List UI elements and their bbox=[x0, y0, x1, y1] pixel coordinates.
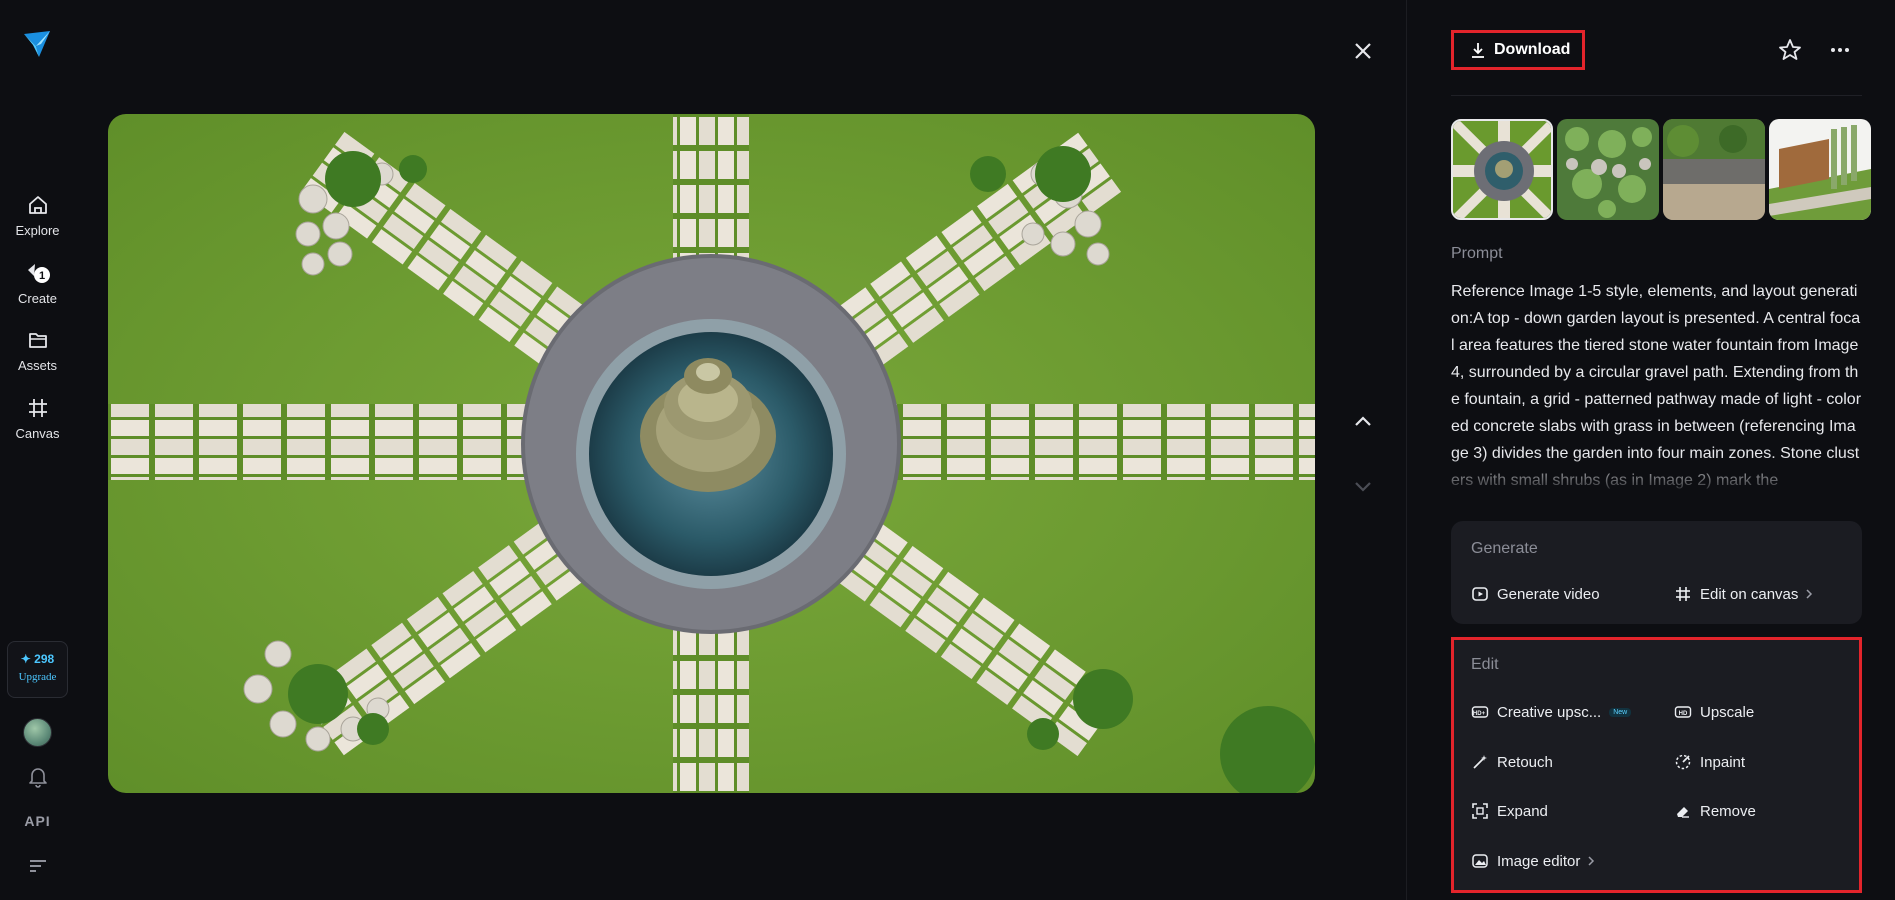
panel-divider bbox=[1406, 0, 1407, 900]
header-divider bbox=[1451, 95, 1862, 96]
canvas-icon bbox=[1676, 587, 1690, 601]
upscale-label: Upscale bbox=[1700, 703, 1755, 721]
credits-box[interactable]: ✦ 298 Upgrade bbox=[7, 641, 68, 698]
inpaint-button[interactable]: Inpaint bbox=[1674, 753, 1745, 771]
api-link[interactable]: API bbox=[0, 813, 75, 829]
remove-button[interactable]: Remove bbox=[1674, 802, 1756, 820]
new-badge: New bbox=[1609, 707, 1632, 717]
credits-count: ✦ 298 bbox=[20, 652, 55, 666]
edit-card: Edit HD+ Creative upsc... New HD Upscale… bbox=[1451, 637, 1862, 893]
creative-upscale-label: Creative upsc... bbox=[1497, 703, 1602, 721]
chevron-right-icon bbox=[1806, 589, 1813, 599]
inpaint-label: Inpaint bbox=[1700, 753, 1746, 771]
retouch-button[interactable]: Retouch bbox=[1471, 753, 1553, 771]
nav-explore-label: Explore bbox=[15, 223, 60, 238]
expand-icon bbox=[1472, 803, 1488, 819]
nav-canvas-label: Canvas bbox=[15, 426, 60, 441]
edit-heading: Edit bbox=[1471, 656, 1499, 673]
upgrade-link[interactable]: Upgrade bbox=[8, 671, 67, 683]
nav-explore[interactable]: Explore bbox=[0, 192, 75, 240]
remove-label: Remove bbox=[1700, 802, 1756, 820]
eraser-icon bbox=[1677, 807, 1689, 818]
image-editor-button[interactable]: Image editor bbox=[1471, 852, 1596, 870]
image-edit-icon bbox=[1472, 854, 1488, 868]
home-icon bbox=[28, 196, 47, 214]
expand-button[interactable]: Expand bbox=[1471, 802, 1548, 820]
more-options-icon[interactable] bbox=[1827, 37, 1853, 63]
download-icon bbox=[1472, 43, 1484, 58]
create-badge: 1 bbox=[38, 270, 44, 282]
thumbnail-3[interactable] bbox=[1663, 119, 1765, 220]
generate-video-button[interactable]: Generate video bbox=[1471, 585, 1600, 603]
canvas-icon bbox=[28, 399, 47, 417]
nav-canvas[interactable]: Canvas bbox=[0, 395, 75, 443]
thumbnail-2[interactable] bbox=[1557, 119, 1659, 220]
thumbnail-2-drawing bbox=[1557, 119, 1659, 220]
retouch-label: Retouch bbox=[1497, 753, 1553, 771]
nav-assets-label: Assets bbox=[17, 358, 57, 373]
hd-icon: HD bbox=[1674, 706, 1692, 718]
bell-icon[interactable] bbox=[25, 764, 51, 790]
svg-text:HD+: HD+ bbox=[1473, 711, 1486, 717]
prompt-heading: Prompt bbox=[1451, 245, 1503, 262]
download-label: Download bbox=[1494, 41, 1571, 58]
magic-wand-icon bbox=[1473, 755, 1487, 769]
thumbnail-1-drawing bbox=[1453, 121, 1551, 218]
image-editor-label: Image editor bbox=[1497, 852, 1581, 870]
left-sidebar: Explore 1 Create Assets Canvas ✦ 298 Upg… bbox=[0, 0, 75, 900]
expand-label: Expand bbox=[1497, 802, 1548, 820]
thumbnail-4[interactable] bbox=[1769, 119, 1871, 220]
garden-image-drawing bbox=[108, 114, 1315, 793]
generate-heading: Generate bbox=[1471, 540, 1538, 557]
hd-plus-icon: HD+ bbox=[1471, 706, 1489, 718]
chevron-down-icon[interactable] bbox=[1349, 472, 1377, 500]
inpaint-icon bbox=[1675, 754, 1691, 770]
download-button[interactable]: Download bbox=[1451, 30, 1585, 70]
main-garden-image bbox=[108, 114, 1315, 793]
upscale-button[interactable]: HD Upscale bbox=[1674, 703, 1754, 721]
create-icon: 1 bbox=[27, 264, 50, 283]
thumbnail-4-drawing bbox=[1769, 119, 1871, 220]
edit-on-canvas-button[interactable]: Edit on canvas bbox=[1674, 585, 1814, 603]
generate-card: Generate Generate video Edit on canvas bbox=[1451, 521, 1862, 624]
close-icon[interactable] bbox=[1348, 36, 1378, 66]
creative-upscale-button[interactable]: HD+ Creative upsc... New bbox=[1471, 703, 1632, 721]
edit-on-canvas-label: Edit on canvas bbox=[1700, 585, 1799, 603]
nav-create-label: Create bbox=[17, 291, 58, 306]
menu-icon[interactable] bbox=[27, 857, 49, 875]
nav-create[interactable]: 1 Create bbox=[0, 260, 75, 308]
chevron-up-icon[interactable] bbox=[1349, 408, 1377, 436]
avatar[interactable] bbox=[23, 718, 52, 747]
video-icon bbox=[1472, 587, 1488, 601]
svg-text:HD: HD bbox=[1679, 711, 1688, 717]
chevron-right-icon bbox=[1588, 856, 1595, 866]
prompt-fade bbox=[1451, 455, 1866, 495]
thumbnail-3-drawing bbox=[1663, 119, 1765, 220]
thumbnail-1[interactable] bbox=[1451, 119, 1553, 220]
star-icon[interactable] bbox=[1777, 37, 1803, 63]
generate-video-label: Generate video bbox=[1497, 585, 1600, 603]
app-logo-icon[interactable] bbox=[21, 28, 53, 60]
folder-icon bbox=[28, 333, 47, 348]
credits-value: 298 bbox=[34, 652, 55, 666]
nav-assets[interactable]: Assets bbox=[0, 327, 75, 375]
